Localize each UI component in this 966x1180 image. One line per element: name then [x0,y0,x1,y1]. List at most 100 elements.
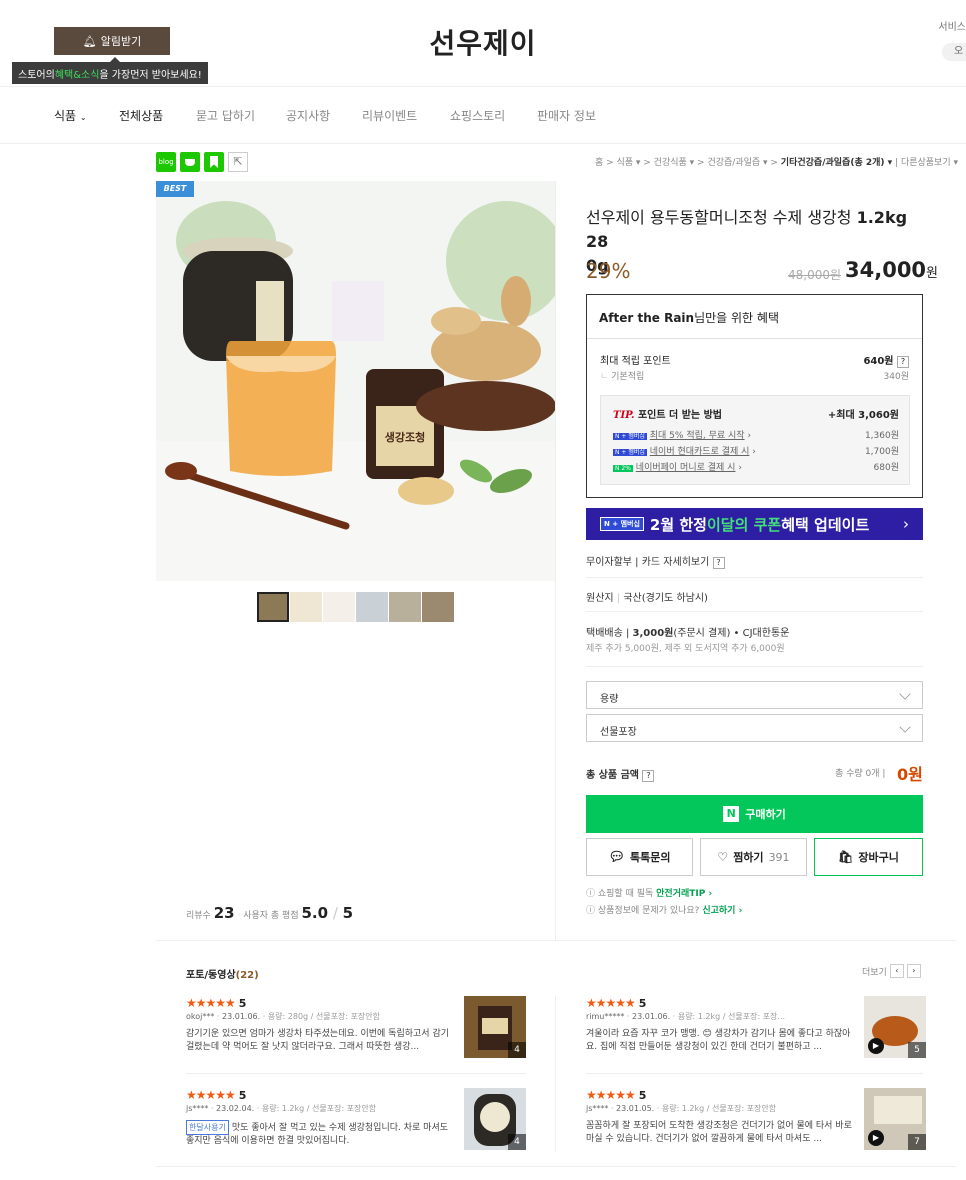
next-arrow-icon[interactable]: › [906,964,921,978]
bookmark-share-icon[interactable] [204,152,224,172]
safe-trade-link[interactable]: 안전거래TIP › [656,889,712,899]
tip-item-1-value: 1,360원 [864,431,899,441]
sale-price: 34,000원 [845,258,939,282]
option-volume-select[interactable]: 용량 [586,681,923,709]
review-card[interactable]: ★★★★★ 5 js**** · 23.02.04. · 용량: 1.2kg / … [186,1088,526,1162]
section-divider [156,940,956,941]
thumbnail-1[interactable] [257,592,289,622]
category-nav: 식품 ⌄ 전체상품 묻고 답하기 공지사항 리뷰이벤트 쇼핑스토리 판매자 정보 [0,86,966,144]
report-link[interactable]: 신고하기 › [702,906,742,916]
tip-item-1[interactable]: N + 멤버십 최대 5% 적립, 무료 시작 › [613,428,751,441]
help-icon[interactable]: ? [642,770,655,782]
coupon-text-end: 혜택 업데이트 [781,515,870,534]
max-point-value: 640원 ? [863,352,909,368]
cart-button[interactable]: 🛍︎ 장바구니 [814,838,923,876]
nav-notice[interactable]: 공지사항 [286,107,330,124]
thumbnail-3[interactable] [323,592,355,622]
review-text: 한달사용기 맛도 좋아서 잘 먹고 있는 수제 생강청입니다. 차로 마셔도 좋지… [186,1120,458,1146]
cart-label: 장바구니 [858,851,899,864]
thumbnail-6[interactable] [422,592,454,622]
wish-button[interactable]: ♡ 찜하기 391 [700,838,807,876]
buy-button[interactable]: N 구매하기 [586,795,923,833]
total-amount: 0원 [897,765,923,784]
share-icon[interactable]: ⇱ [228,152,248,172]
review-card[interactable]: ★★★★★ 5 okoj*** · 23.01.06. · 용량: 280g / … [186,996,526,1070]
tip-item-3-value: 680원 [873,463,899,473]
review-card[interactable]: ★★★★★ 5 js**** · 23.01.05. · 용량: 1.2kg / … [586,1088,926,1162]
photo-count: 7 [908,1134,926,1150]
breadcrumb[interactable]: 홈 > 식품 ▾ > 건강식품 ▾ > 건강즙/과일즙 ▾ > 기타건강즙/과일… [595,155,958,168]
thumbnail-2[interactable] [290,592,322,622]
nav-qna[interactable]: 묻고 답하기 [196,107,255,124]
review-video[interactable]: ▶ 5 [864,996,926,1058]
total-quantity: 총 수량 0개 | [835,769,886,779]
thumbnail-4[interactable] [356,592,388,622]
nav-shopping-story[interactable]: 쇼핑스토리 [450,107,505,124]
service-link[interactable]: 서비스 [938,18,966,33]
heart-icon: ♡ [717,850,729,864]
naver-n-icon: N [723,806,740,822]
nav-seller-info[interactable]: 판매자 정보 [537,107,596,124]
review-summary: 리뷰수 23 · 사용자 총 평점 5.0 / 5 [186,904,354,922]
product-photo: 생강조청 [156,181,556,581]
blog-share-icon[interactable]: blog [156,152,176,172]
play-icon[interactable]: ▶ [868,1130,884,1146]
photo-review-title: 포토/동영상(22) [186,970,259,981]
review-text: 감기기운 있으면 엄마가 생강차 타주셨는데요. 이번에 독립하고서 감기 걸렸… [186,1029,450,1052]
coupon-text: 2월 한정 [649,515,707,534]
nav-food[interactable]: 식품 ⌄ [54,107,87,124]
more-link[interactable]: 더보기 [862,965,887,978]
cafe-share-icon[interactable] [180,152,200,172]
panel-divider [555,181,556,941]
review-video[interactable]: ▶ 7 [864,1088,926,1150]
tip-heading: TIP. 포인트 더 받는 방법 [613,410,722,421]
tip-item-2-value: 1,700원 [864,447,899,457]
report-note: ⓘ 상품정보에 문제가 있나요? 신고하기 › [586,906,743,916]
section-divider [156,1166,956,1167]
tip-item-3[interactable]: N 2% 네이버페이 머니로 결제 시 › [613,460,742,473]
breadcrumb-trail[interactable]: 홈 > 식품 ▾ > 건강식품 ▾ > 건강즙/과일즙 ▾ > [595,158,781,168]
buy-label: 구매하기 [745,808,786,821]
shipping-info: 택배배송 | 3,000원(주문시 결제) • CJ대한통운 [586,628,790,639]
review-card[interactable]: ★★★★★ 5 rimu***** · 23.01.06. · 용량: 1.2kg… [586,996,926,1070]
tooltip-text-end: 을 가장먼저 받아보세요! [99,69,202,81]
total-label: 총 상품 금액 ? [586,766,655,782]
tip-item-2[interactable]: N + 멤버십 네이버 현대카드로 결제 시 › [613,444,756,457]
benefit-heading: After the Rain님만을 위한 혜택 [587,295,922,339]
review-text: 겨울이라 요즘 자꾸 코가 맹맹. 😊 생강차가 감기나 몸에 좋다고 하잖아요… [586,1029,851,1052]
max-point-label: 최대 적립 포인트 [600,356,671,367]
divider [586,1073,923,1074]
service-pill[interactable]: 오 [942,43,966,61]
photo-count: 5 [908,1042,926,1058]
other-products-link[interactable]: | 다른상품보기 ▾ [895,158,958,168]
talk-inquiry-button[interactable]: 💬︎ 톡톡문의 [586,838,693,876]
play-icon[interactable]: ▶ [868,1038,884,1054]
prev-arrow-icon[interactable]: ‹ [889,964,904,978]
thumbnail-strip [257,592,454,622]
tip-max: +최대 3,060원 [827,410,899,421]
help-icon[interactable]: ? [897,356,909,368]
base-point-value: 340원 [883,372,909,382]
original-price: 48,000원 [788,268,842,282]
store-title[interactable]: 선우제이 [0,22,966,62]
help-icon[interactable]: ? [712,557,725,569]
review-photo[interactable]: 4 [464,996,526,1058]
review-column-divider [555,996,556,1152]
share-bar: blog ⇱ [156,152,248,172]
breadcrumb-current[interactable]: 기타건강즙/과일즙(총 2개) ▾ [781,158,892,168]
best-badge: BEST [156,181,194,197]
photo-review-more: 더보기 ‹ › [862,964,921,978]
talk-label: 톡톡문의 [630,851,671,864]
thumbnail-5[interactable] [389,592,421,622]
review-photo[interactable]: 4 [464,1088,526,1150]
tooltip-highlight: 혜택&소식 [54,69,100,81]
divider [586,611,923,612]
nav-all-products[interactable]: 전체상품 [119,107,163,124]
installment-info[interactable]: 무이자할부 | 카드 자세히보기 ? [586,553,725,569]
option-gift-wrap-select[interactable]: 선물포장 [586,714,923,742]
divider [586,666,923,667]
chevron-right-icon: › [903,515,909,533]
coupon-banner[interactable]: N + 멤버십 2월 한정 이달의 쿠폰 혜택 업데이트 › [586,508,923,540]
product-main-image[interactable]: 생강조청 BEST [156,181,556,581]
nav-review-event[interactable]: 리뷰이벤트 [362,107,417,124]
